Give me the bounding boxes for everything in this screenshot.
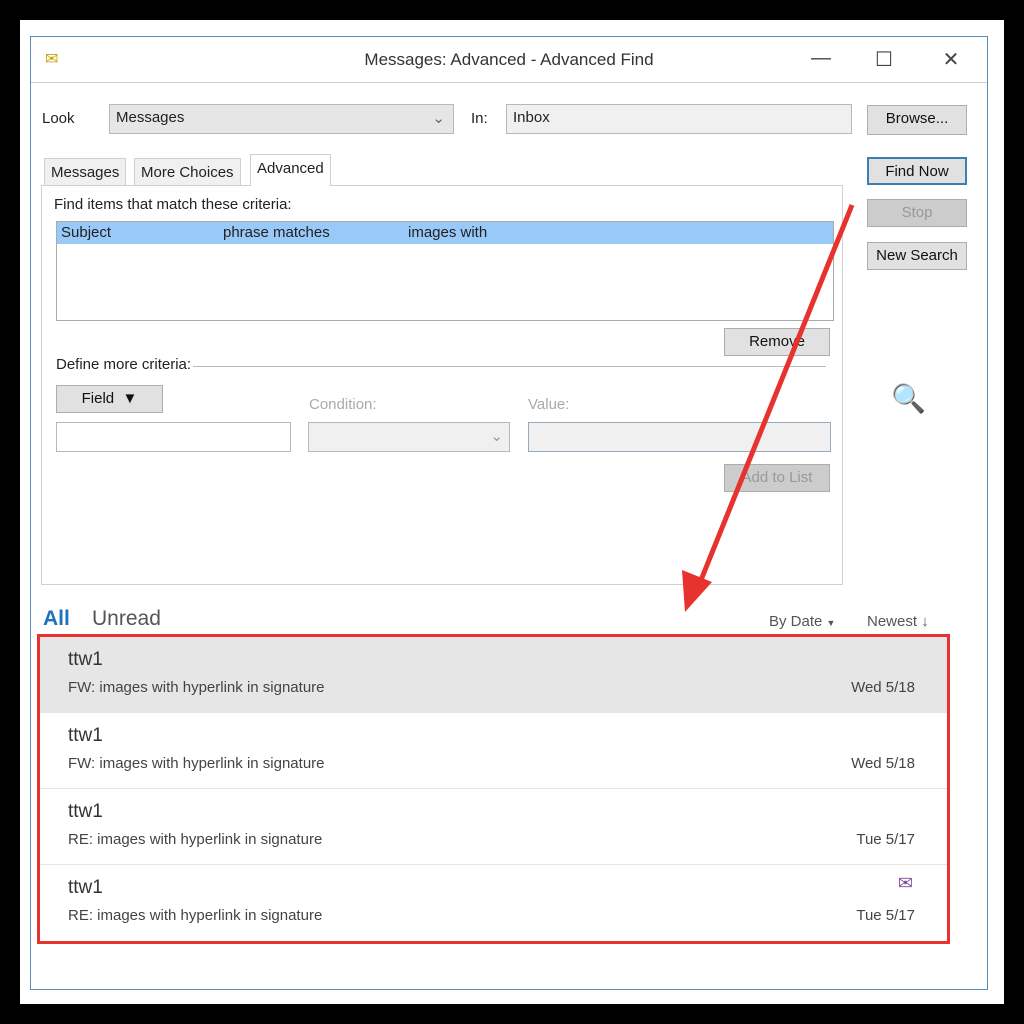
annotation-arrow [682,204,855,612]
tab-advanced[interactable]: Advanced [250,154,331,186]
arrow-shaft [694,204,855,591]
arrow-head [682,570,712,612]
define-more-label: Define more criteria: [56,356,194,373]
